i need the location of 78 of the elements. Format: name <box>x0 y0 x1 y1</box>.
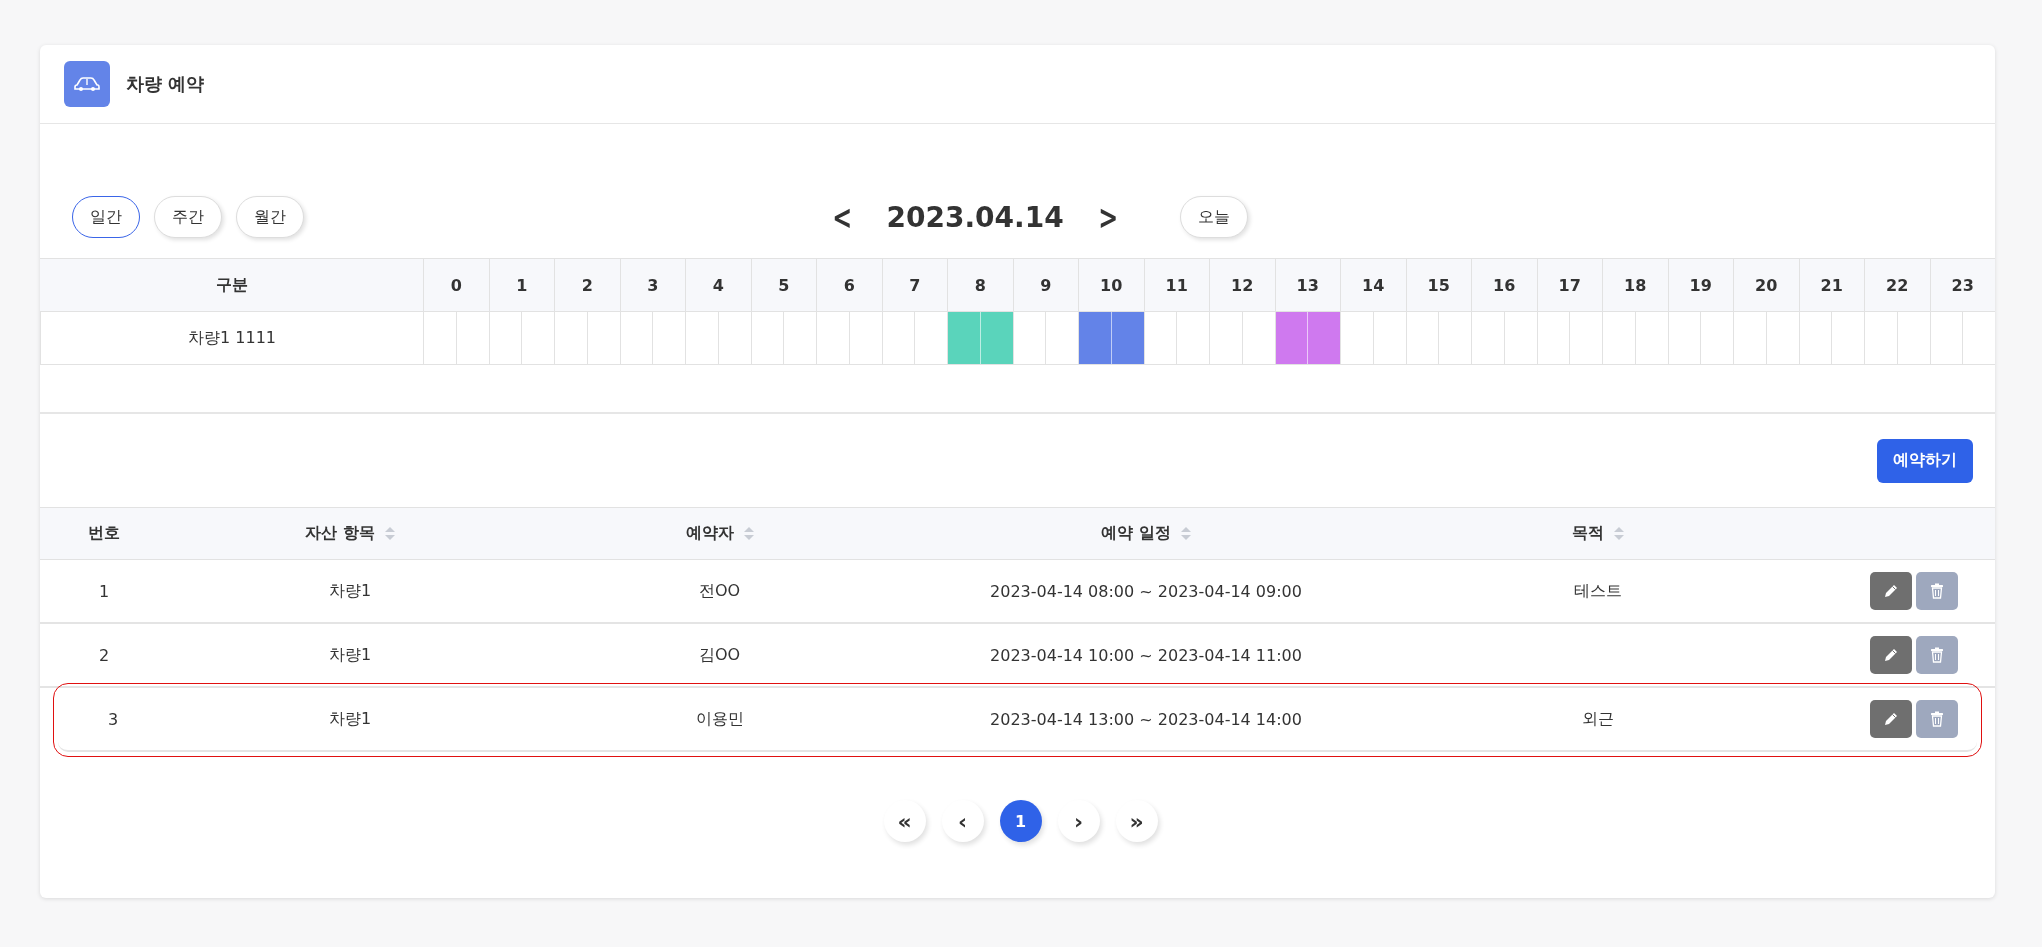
view-tab[interactable]: 일간 <box>72 196 140 238</box>
hour-header: 6 <box>816 259 882 312</box>
hour-header: 20 <box>1733 259 1799 312</box>
table-cell: 김OO <box>698 644 741 666</box>
edit-button[interactable] <box>1870 700 1912 738</box>
delete-button[interactable] <box>1916 700 1958 738</box>
booking-block[interactable] <box>1078 312 1144 364</box>
table-cell: 차량1 <box>328 708 372 730</box>
hour-header: 9 <box>1012 259 1078 312</box>
hour-header: 12 <box>1209 259 1275 312</box>
hour-header: 23 <box>1929 259 1995 312</box>
view-tab[interactable]: 주간 <box>154 196 222 238</box>
hour-header: 0 <box>423 259 489 312</box>
edit-button[interactable] <box>1870 636 1912 674</box>
column-header: 자산 항목 <box>305 523 375 544</box>
pencil-icon <box>1883 711 1899 727</box>
hour-header: 18 <box>1602 259 1668 312</box>
view-tab[interactable]: 월간 <box>236 196 304 238</box>
hour-header: 11 <box>1143 259 1209 312</box>
vehicle-name: 차량1 1111 <box>40 312 423 364</box>
hour-header: 13 <box>1274 259 1340 312</box>
hour-header: 16 <box>1471 259 1537 312</box>
table-cell: 외근 <box>1581 708 1614 730</box>
column-header: 구분 <box>40 259 423 312</box>
hour-header: 2 <box>554 259 620 312</box>
table-cell: 차량1 <box>328 644 372 666</box>
table-cell: 2 <box>98 645 110 665</box>
pencil-icon <box>1883 583 1899 599</box>
trash-icon <box>1930 583 1944 599</box>
hour-header: 7 <box>881 259 947 312</box>
pencil-icon <box>1883 647 1899 663</box>
booking-block[interactable] <box>1274 312 1340 364</box>
first-page-button[interactable]: « <box>883 800 926 842</box>
reserve-button[interactable]: 예약하기 <box>1877 438 1973 483</box>
column-header: 예약자 <box>685 523 734 544</box>
column-header: 번호 <box>88 523 120 544</box>
current-date: 2023.04.14 <box>886 200 1064 234</box>
previous-date-button[interactable]: < <box>826 197 858 237</box>
hour-header: 3 <box>619 259 685 312</box>
page-title: 차량 예약 <box>126 72 205 96</box>
table-cell: 1 <box>98 581 110 601</box>
table-cell: 차량1 <box>328 580 372 602</box>
trash-icon <box>1930 647 1944 663</box>
table-row[interactable]: 1 차량1 전OO 2023-04-14 08:00 ~ 2023-04-14 09:00 테스트 <box>40 560 1995 624</box>
hour-header: 1 <box>488 259 554 312</box>
table-row[interactable]: 2 차량1 김OO 2023-04-14 10:00 ~ 2023-04-14 11:00 <box>40 624 1995 688</box>
hour-header: 10 <box>1078 259 1144 312</box>
table-cell: 이용민 <box>695 708 744 730</box>
today-button[interactable]: 오늘 <box>1180 196 1249 238</box>
car-drawing <box>74 76 100 92</box>
delete-button[interactable] <box>1916 572 1958 610</box>
column-header: 예약 일정 <box>1101 523 1171 544</box>
table-cell: 2023-04-14 13:00 ~ 2023-04-14 14:00 <box>990 709 1302 729</box>
previous-page-button[interactable]: ‹ <box>941 800 984 842</box>
table-cell: 테스트 <box>1573 580 1622 602</box>
table-cell: 전OO <box>698 580 741 602</box>
next-page-button[interactable]: › <box>1057 800 1100 842</box>
column-header: 목적 <box>1571 523 1604 544</box>
booking-block[interactable] <box>947 312 1013 364</box>
selected-table-row[interactable]: 3 차량1 이용민 2023-04-14 13:00 ~ 2023-04-14 14:00 외근 <box>58 688 1977 752</box>
hour-header: 4 <box>685 259 751 312</box>
hour-header: 5 <box>750 259 816 312</box>
hour-header: 15 <box>1405 259 1471 312</box>
hour-header: 21 <box>1798 259 1864 312</box>
page-button[interactable]: 1 <box>999 800 1042 842</box>
table-cell: 2023-04-14 08:00 ~ 2023-04-14 09:00 <box>990 581 1302 601</box>
last-page-button[interactable]: » <box>1115 800 1158 842</box>
next-date-button[interactable]: > <box>1092 197 1124 237</box>
hour-header: 22 <box>1864 259 1930 312</box>
hour-header: 17 <box>1536 259 1602 312</box>
delete-button[interactable] <box>1916 636 1958 674</box>
hour-header: 8 <box>947 259 1013 312</box>
hour-header: 19 <box>1667 259 1733 312</box>
trash-icon <box>1930 711 1944 727</box>
table-cell: 2023-04-14 10:00 ~ 2023-04-14 11:00 <box>990 645 1302 665</box>
hour-header: 14 <box>1340 259 1406 312</box>
table-cell: 3 <box>107 709 119 729</box>
edit-button[interactable] <box>1870 572 1912 610</box>
